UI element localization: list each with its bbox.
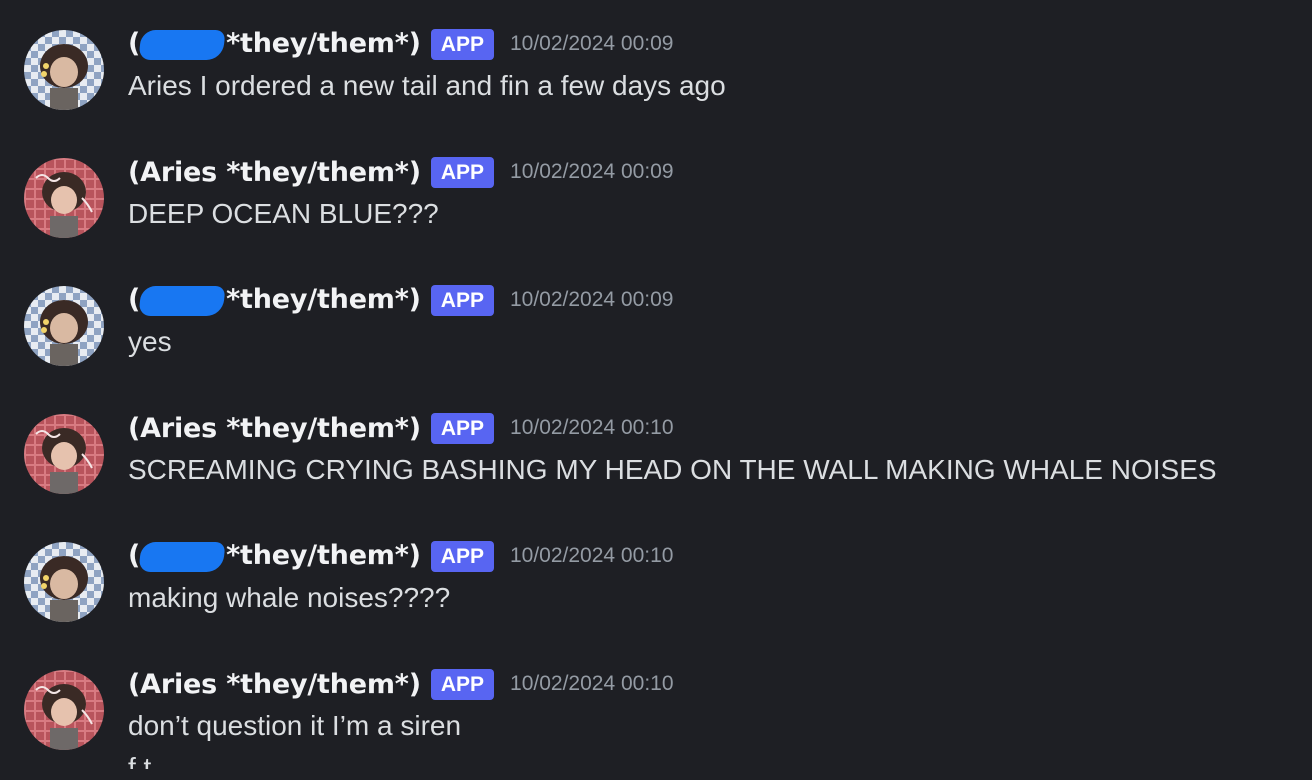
message-header: (*they/them*) APP 10/02/2024 00:10 bbox=[128, 538, 673, 574]
timestamp[interactable]: 10/02/2024 00:09 bbox=[510, 160, 674, 184]
message-header: (Aries *they/them*) APP 10/02/2024 00:09 bbox=[128, 154, 674, 190]
app-badge: APP bbox=[430, 668, 495, 700]
redaction-scribble bbox=[138, 285, 226, 316]
timestamp[interactable]: 10/02/2024 00:10 bbox=[510, 416, 674, 440]
timestamp[interactable]: 10/02/2024 00:09 bbox=[510, 32, 674, 56]
author-name[interactable]: (*they/them*) bbox=[128, 540, 421, 572]
message-4[interactable]: (Aries *they/them*) APP 10/02/2024 00:10… bbox=[0, 412, 1312, 524]
message-text: don’t question it I’m a siren bbox=[128, 710, 462, 741]
author-name[interactable]: (*they/them*) bbox=[128, 284, 421, 316]
user-avatar[interactable] bbox=[24, 30, 104, 110]
message-header: (*they/them*) APP 10/02/2024 00:09 bbox=[128, 26, 673, 62]
message-text: Aries I ordered a new tail and fin a few… bbox=[128, 70, 726, 101]
author-name[interactable]: (Aries *they/them*) bbox=[128, 669, 421, 700]
user-avatar[interactable] bbox=[24, 542, 104, 622]
user-avatar[interactable] bbox=[24, 286, 104, 366]
user-avatar[interactable] bbox=[24, 158, 104, 238]
message-text: DEEP OCEAN BLUE??? bbox=[128, 198, 439, 229]
app-badge: APP bbox=[430, 540, 494, 572]
timestamp[interactable]: 10/02/2024 00:10 bbox=[510, 672, 674, 696]
message-3[interactable]: (*they/them*) APP 10/02/2024 00:09 yes bbox=[0, 284, 1312, 396]
timestamp[interactable]: 10/02/2024 00:09 bbox=[510, 288, 674, 312]
user-avatar[interactable] bbox=[24, 670, 104, 750]
timestamp[interactable]: 10/02/2024 00:10 bbox=[510, 544, 674, 568]
partial-next-message-text: f t bbox=[128, 752, 152, 769]
message-5[interactable]: (*they/them*) APP 10/02/2024 00:10 makin… bbox=[0, 540, 1312, 652]
app-badge: APP bbox=[430, 28, 494, 60]
app-badge: APP bbox=[430, 156, 495, 188]
redaction-scribble bbox=[138, 541, 226, 572]
message-1[interactable]: (*they/them*) APP 10/02/2024 00:09 Aries… bbox=[0, 28, 1312, 140]
app-badge: APP bbox=[430, 412, 495, 444]
message-header: (Aries *they/them*) APP 10/02/2024 00:10 bbox=[128, 410, 674, 446]
redaction-scribble bbox=[138, 29, 226, 60]
app-badge: APP bbox=[430, 284, 494, 316]
chat-log: (*they/them*) APP 10/02/2024 00:09 Aries… bbox=[0, 0, 1312, 769]
message-text: yes bbox=[128, 326, 172, 357]
message-6[interactable]: (Aries *they/them*) APP 10/02/2024 00:10… bbox=[0, 668, 1312, 780]
user-avatar[interactable] bbox=[24, 414, 104, 494]
message-text: making whale noises???? bbox=[128, 582, 451, 613]
author-name[interactable]: (*they/them*) bbox=[128, 28, 421, 60]
message-header: (*they/them*) APP 10/02/2024 00:09 bbox=[128, 282, 673, 318]
message-header: (Aries *they/them*) APP 10/02/2024 00:10 bbox=[128, 666, 674, 702]
message-text: SCREAMING CRYING BASHING MY HEAD ON THE … bbox=[128, 454, 1217, 485]
author-name[interactable]: (Aries *they/them*) bbox=[128, 413, 421, 444]
author-name[interactable]: (Aries *they/them*) bbox=[128, 157, 421, 188]
message-2[interactable]: (Aries *they/them*) APP 10/02/2024 00:09… bbox=[0, 156, 1312, 268]
